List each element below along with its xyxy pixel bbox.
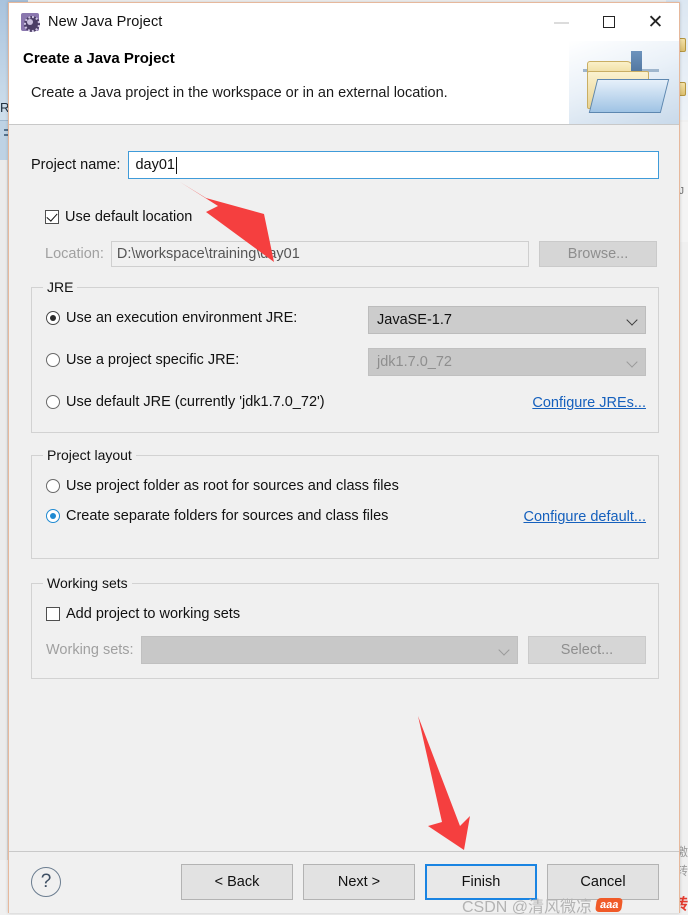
working-sets-group: Working sets Add project to working sets… (31, 575, 659, 679)
use-default-location-label: Use default location (65, 209, 193, 225)
radio-project-folder-label: Use project folder as root for sources a… (66, 478, 399, 494)
working-sets-group-title: Working sets (43, 575, 132, 591)
chevron-down-icon (626, 356, 638, 368)
project-name-input[interactable]: day01 (128, 151, 659, 179)
location-row: Location: D:\workspace\training\day01 Br… (45, 241, 657, 267)
radio-default-jre-label: Use default JRE (currently 'jdk1.7.0_72'… (66, 394, 325, 410)
radio-icon (46, 509, 60, 523)
background-left-strip (0, 160, 8, 860)
project-name-value: day01 (135, 157, 175, 173)
back-button[interactable]: < Back (181, 864, 293, 900)
page-title: Create a Java Project (23, 50, 175, 67)
configure-jres-link[interactable]: Configure JREs... (532, 395, 646, 411)
project-layout-group-title: Project layout (43, 447, 136, 463)
project-specific-jre-value: jdk1.7.0_72 (377, 354, 452, 370)
jre-group-title: JRE (43, 279, 78, 295)
select-button[interactable]: Select... (528, 636, 646, 664)
radio-icon (46, 479, 60, 493)
project-specific-jre-dropdown[interactable]: jdk1.7.0_72 (368, 348, 646, 376)
screenshot-root: R J 激 转 转 New Java Project — ✕ Create a … (0, 0, 688, 923)
add-project-to-working-sets-checkbox[interactable]: Add project to working sets (46, 606, 240, 622)
browse-button[interactable]: Browse... (539, 241, 657, 267)
watermark: CSDN @清风微凉 aaa (462, 893, 624, 917)
checkbox-icon (45, 210, 59, 224)
radio-separate-folders[interactable]: Create separate folders for sources and … (46, 508, 388, 524)
help-icon[interactable]: ? (31, 867, 61, 897)
execution-environment-dropdown[interactable]: JavaSE-1.7 (368, 306, 646, 334)
watermark-text: CSDN @清风微凉 (462, 899, 593, 916)
java-project-folder-icon (569, 41, 679, 124)
add-project-to-working-sets-label: Add project to working sets (66, 606, 241, 622)
location-label: Location: (45, 246, 104, 262)
use-default-location-checkbox[interactable]: Use default location (45, 209, 192, 225)
working-sets-dropdown[interactable] (140, 636, 518, 664)
location-input[interactable]: D:\workspace\training\day01 (110, 241, 529, 267)
chevron-down-icon (626, 314, 638, 326)
project-layout-group: Project layout Use project folder as roo… (31, 447, 659, 559)
configure-default-link[interactable]: Configure default... (523, 509, 646, 525)
dialog-body: Project name: day01 Use default location… (9, 125, 679, 851)
radio-project-specific-label: Use a project specific JRE: (66, 352, 240, 368)
close-button[interactable]: ✕ (632, 3, 679, 41)
radio-execution-environment-label: Use an execution environment JRE: (66, 310, 298, 326)
page-description: Create a Java project in the workspace o… (31, 85, 448, 101)
project-name-row: Project name: day01 (31, 151, 659, 179)
dialog-title: New Java Project (48, 14, 163, 30)
minimize-button[interactable]: — (538, 3, 585, 41)
checkbox-icon (46, 607, 60, 621)
watermark-badge: aaa (595, 898, 624, 912)
execution-environment-value: JavaSE-1.7 (377, 312, 452, 328)
text-caret (175, 156, 177, 174)
dialog-titlebar: New Java Project — ✕ (9, 3, 679, 41)
dialog-header: Create a Java Project Create a Java proj… (9, 41, 679, 125)
radio-icon (46, 311, 60, 325)
maximize-icon (602, 16, 615, 28)
working-sets-row: Working sets: Select... (46, 636, 646, 664)
radio-default-jre[interactable]: Use default JRE (currently 'jdk1.7.0_72'… (46, 394, 325, 410)
new-java-project-dialog: New Java Project — ✕ Create a Java Proje… (8, 2, 680, 913)
bottom-strip (0, 915, 688, 923)
java-project-icon (21, 13, 40, 32)
location-value: D:\workspace\training\day01 (116, 246, 300, 262)
chevron-down-icon (498, 644, 510, 656)
next-button[interactable]: Next > (303, 864, 415, 900)
radio-separate-folders-label: Create separate folders for sources and … (66, 508, 389, 524)
project-name-label: Project name: (31, 157, 121, 173)
radio-project-specific-jre[interactable]: Use a project specific JRE: (46, 352, 239, 368)
window-controls: — ✕ (538, 3, 679, 41)
radio-icon (46, 395, 60, 409)
maximize-button[interactable] (585, 3, 632, 41)
radio-icon (46, 353, 60, 367)
close-icon: ✕ (647, 11, 664, 33)
working-sets-label: Working sets: (46, 642, 134, 658)
radio-execution-environment-jre[interactable]: Use an execution environment JRE: (46, 310, 297, 326)
jre-group: JRE Use an execution environment JRE: Ja… (31, 279, 659, 433)
minimize-icon: — (554, 13, 569, 31)
radio-project-folder-root[interactable]: Use project folder as root for sources a… (46, 478, 399, 494)
